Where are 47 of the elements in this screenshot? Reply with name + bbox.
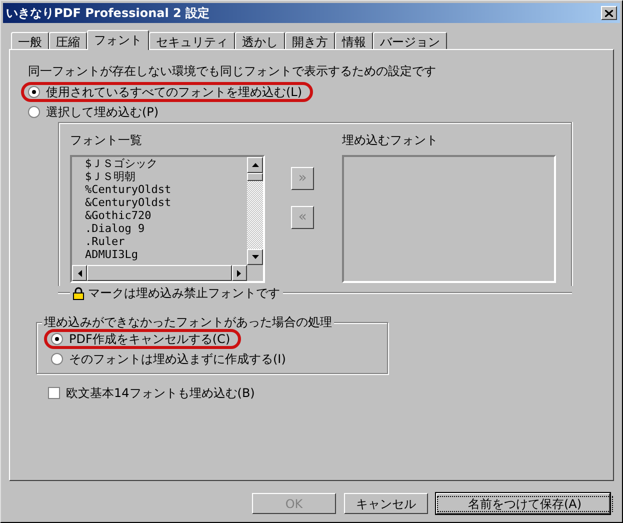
font-list-item[interactable]: $ＪＳ明朝 [85, 170, 247, 183]
tab[interactable]: 圧縮 [49, 32, 87, 49]
tab[interactable]: 情報 [335, 32, 373, 49]
checkbox-option[interactable]: 欧文基本14フォントも埋め込む(B) [48, 384, 255, 402]
font-list-item[interactable]: %CenturyOldst [85, 183, 247, 196]
font-list-item[interactable]: .Dialog 9 [85, 222, 247, 235]
checkbox[interactable] [48, 387, 60, 399]
list-title: 埋め込むフォント [342, 132, 439, 149]
embedded-font-list[interactable] [342, 155, 556, 283]
left-arrow-icon [78, 270, 82, 276]
radio-option[interactable]: 使用されているすべてのフォントを埋め込む(L) [21, 82, 314, 102]
tab[interactable]: フォント [87, 30, 149, 50]
dialog-button[interactable]: 名前をつけて保存(A) [436, 493, 610, 514]
tab[interactable]: セキュリティ [149, 32, 235, 49]
radio-button[interactable] [28, 86, 40, 98]
radio-option[interactable]: PDF作成をキャンセルする(C) [44, 329, 242, 349]
scroll-thumb[interactable] [87, 265, 232, 281]
down-arrow-icon [252, 255, 258, 259]
close-button[interactable] [601, 6, 617, 20]
group-title: 埋め込みができなかったフォントがあった場合の処理 [42, 315, 334, 329]
window-title: いきなりPDF Professional 2 設定 [6, 5, 210, 22]
up-arrow-icon [252, 163, 258, 167]
lock-icon [73, 286, 84, 300]
scroll-thumb[interactable] [247, 173, 263, 181]
radio-option[interactable]: そのフォントは埋め込まずに作成する(I) [44, 349, 297, 369]
close-icon [605, 10, 613, 16]
font-list-item[interactable]: &Gothic720 [85, 209, 247, 222]
font-list-item[interactable]: .Ruler [85, 235, 247, 248]
font-list[interactable]: $ＪＳゴシック $ＪＳ明朝 %CenturyOldst &CenturyOldst &Gothic720 .Dialog 9 .Ruler ADMUI3Lg [70, 155, 265, 283]
radio-option[interactable]: 選択して埋め込む(P) [21, 102, 170, 122]
font-list-item[interactable]: &CenturyOldst [85, 196, 247, 209]
right-arrow-icon [237, 270, 242, 276]
tab[interactable]: 一般 [11, 32, 49, 49]
radio-button[interactable] [28, 106, 40, 118]
description-text: 同一フォントが存在しない環境でも同じフォントで表示するための設定です [28, 63, 437, 80]
radio-button[interactable] [51, 353, 63, 365]
radio-button[interactable] [51, 333, 63, 345]
list-title: フォント一覧 [70, 132, 143, 149]
tab[interactable]: バージョン [373, 32, 447, 49]
horizontal-scrollbar[interactable] [72, 265, 247, 281]
tab[interactable]: 透かし [235, 32, 285, 49]
lock-note: マークは埋め込み禁止フォントです [88, 285, 280, 302]
vertical-scrollbar[interactable] [247, 157, 263, 265]
font-list-item[interactable]: ADMUI3Lg [85, 248, 247, 261]
font-list-item[interactable]: $ＪＳゴシック [85, 157, 247, 170]
dialog-button[interactable]: キャンセル [344, 493, 428, 514]
tab[interactable]: 開き方 [285, 32, 335, 49]
